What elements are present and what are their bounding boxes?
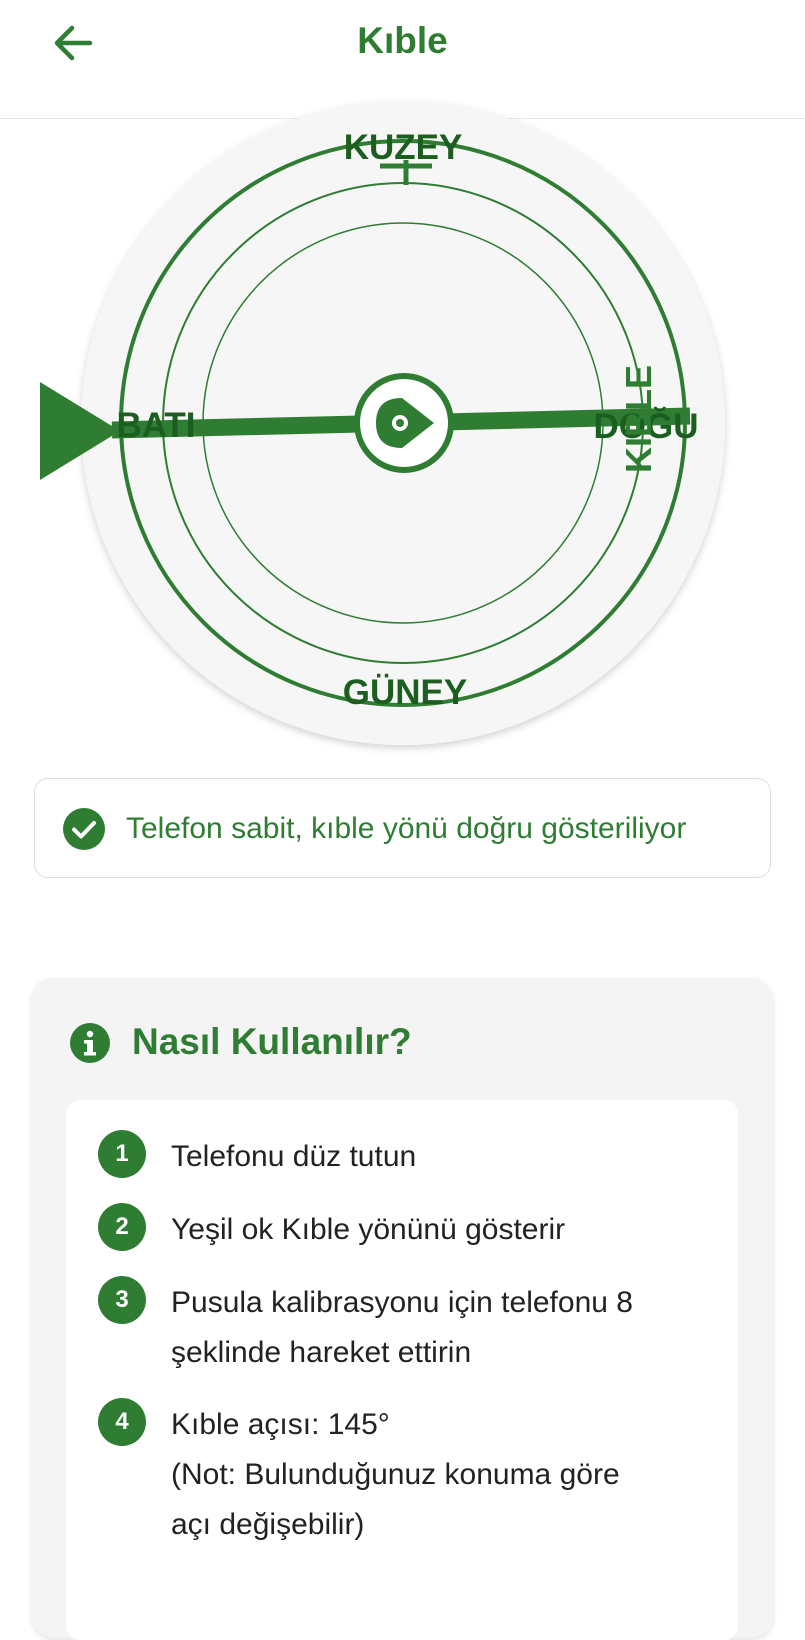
page-title: Kıble <box>357 20 448 61</box>
help-card: Nasıl Kullanılır? 1 Telefonu düz tutun 2… <box>32 978 773 1640</box>
steps-list: 1 Telefonu düz tutun 2 Yeşil ok Kıble yö… <box>66 1100 738 1640</box>
step-line: Telefonu düz tutun <box>171 1140 417 1173</box>
help-title: Nasıl Kullanılır? <box>132 1021 412 1062</box>
status-message: Telefon sabit, kıble yönü doğru gösteril… <box>34 778 771 878</box>
step-text: Yeşil ok Kıble yönünü gösterir <box>171 1205 731 1255</box>
info-icon <box>70 1023 110 1063</box>
step-number-badge: 4 <box>98 1398 146 1446</box>
qibla-compass: KUZEY GÜNEY DOĞU BATI KIBLE <box>0 80 805 770</box>
status-text: Telefon sabit, kıble yönü doğru gösteril… <box>126 812 687 845</box>
step-line: Kıble açısı: 145° <box>171 1408 390 1441</box>
step-line: Yeşil ok Kıble yönünü gösterir <box>171 1213 566 1246</box>
qibla-label: KIBLE <box>618 365 659 473</box>
step-number-badge: 1 <box>98 1130 146 1178</box>
step-text: Pusula kalibrasyonu için telefonu 8 şekl… <box>171 1278 731 1378</box>
direction-north: KUZEY <box>344 128 463 167</box>
step-line: (Not: Bulunduğunuz konuma göre <box>171 1458 620 1491</box>
step-text: Telefonu düz tutun <box>171 1132 731 1182</box>
step-number-badge: 2 <box>98 1203 146 1251</box>
step-number-badge: 3 <box>98 1276 146 1324</box>
direction-south: GÜNEY <box>343 673 467 712</box>
check-circle-icon <box>63 808 105 850</box>
step-line: şeklinde hareket ettirin <box>171 1336 472 1369</box>
step-text: Kıble açısı: 145° (Not: Bulunduğunuz kon… <box>171 1400 731 1550</box>
direction-west: BATI <box>116 406 195 445</box>
step-line: açı değişebilir) <box>171 1508 365 1541</box>
step-line: Pusula kalibrasyonu için telefonu 8 <box>171 1286 633 1319</box>
